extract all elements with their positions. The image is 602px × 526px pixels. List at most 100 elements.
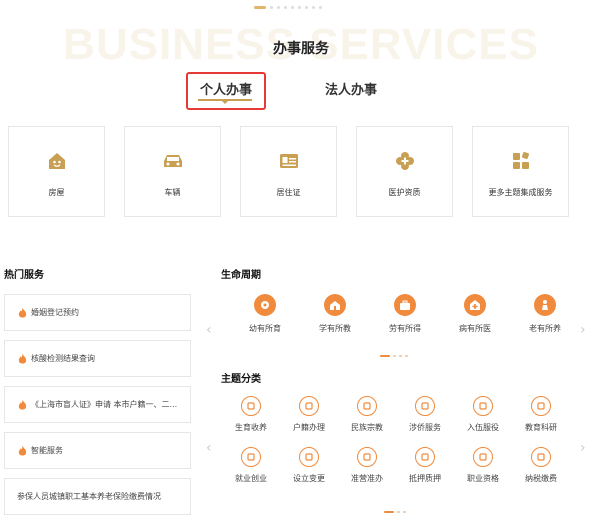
topic-classification-title: 主题分类 [221, 374, 261, 385]
topics-next-arrow[interactable]: › [580, 440, 586, 456]
carousel-dot[interactable] [397, 511, 400, 513]
carousel-dot[interactable] [270, 6, 273, 9]
flame-icon [18, 445, 27, 456]
hot-service-item[interactable]: 核酸检测结果查询 [4, 340, 191, 377]
topic-item[interactable]: 职业资格 [454, 447, 512, 484]
service-card-residence-permit[interactable]: 居住证 [240, 126, 337, 217]
topic-label: 户籍办理 [293, 423, 325, 432]
lightbulb-icon [241, 447, 261, 467]
medical-cross-icon [393, 149, 417, 173]
hot-service-item[interactable]: 《上海市盲人证》申请 本市户籍一、二... [4, 386, 191, 423]
carousel-dot[interactable] [298, 6, 301, 9]
carousel-dot-active[interactable] [380, 355, 390, 357]
life-cycle-label: 老有所养 [529, 324, 561, 333]
life-cycle-label: 病有所医 [459, 324, 491, 333]
topic-item[interactable]: 就业创业 [222, 447, 280, 484]
service-card-label: 居住证 [276, 188, 301, 197]
mortgage-icon [415, 447, 435, 467]
school-icon [324, 294, 346, 316]
topic-label: 设立变更 [293, 474, 325, 483]
baby-icon [254, 294, 276, 316]
hot-service-label: 核酸检测结果查询 [31, 354, 95, 363]
carousel-dot[interactable] [399, 355, 402, 357]
certificate-icon [473, 447, 493, 467]
life-cycle-prev-arrow[interactable]: ‹ [206, 322, 212, 338]
service-card-medical-qualification[interactable]: 医护资质 [356, 126, 453, 217]
temple-icon [357, 396, 377, 416]
top-carousel-indicator[interactable] [254, 6, 322, 9]
life-cycle-item[interactable]: 劳有所得 [370, 294, 440, 334]
carousel-dot[interactable] [319, 6, 322, 9]
topic-item[interactable]: 涉侨服务 [396, 396, 454, 433]
tab-personal-affairs[interactable]: 个人办事 [200, 79, 252, 98]
topic-label: 入伍服役 [467, 423, 499, 432]
topic-item[interactable]: 准营准办 [338, 447, 396, 484]
baby-face-icon [241, 396, 261, 416]
house-icon [45, 149, 69, 173]
service-cards: 房屋 车辆 居住证 医护资质 更多主题集成服务 [8, 126, 569, 217]
topic-label: 职业资格 [467, 474, 499, 483]
life-cycle-item[interactable]: 老有所养 [510, 294, 580, 334]
life-cycle-next-arrow[interactable]: › [580, 322, 586, 338]
military-icon [473, 396, 493, 416]
topic-label: 教育科研 [525, 423, 557, 432]
topic-item[interactable]: 入伍服役 [454, 396, 512, 433]
hot-services-title: 热门服务 [4, 270, 44, 281]
carousel-dot[interactable] [403, 511, 406, 513]
topics-carousel-indicator[interactable] [384, 511, 406, 513]
flame-icon [18, 307, 27, 318]
life-cycle-title: 生命周期 [221, 270, 261, 281]
topic-label: 民族宗教 [351, 423, 383, 432]
service-card-label: 医护资质 [388, 188, 421, 197]
service-card-vehicle[interactable]: 车辆 [124, 126, 221, 217]
topic-item[interactable]: 设立变更 [280, 447, 338, 484]
carousel-dot-active[interactable] [384, 511, 394, 513]
topic-label: 涉侨服务 [409, 423, 441, 432]
service-card-house[interactable]: 房屋 [8, 126, 105, 217]
topic-item[interactable]: 民族宗教 [338, 396, 396, 433]
topic-label: 就业创业 [235, 474, 267, 483]
carousel-dot[interactable] [312, 6, 315, 9]
carousel-dot[interactable] [405, 355, 408, 357]
topic-label: 纳税缴费 [525, 474, 557, 483]
carousel-dot-active[interactable] [254, 6, 266, 9]
topics-prev-arrow[interactable]: ‹ [206, 440, 212, 456]
hot-service-item[interactable]: 婚姻登记预约 [4, 294, 191, 331]
carousel-dot[interactable] [393, 355, 396, 357]
carousel-dot[interactable] [305, 6, 308, 9]
carousel-dot[interactable] [277, 6, 280, 9]
topic-label: 准营准办 [351, 474, 383, 483]
topic-grid: 生育收养 户籍办理 民族宗教 涉侨服务 入伍服役 教育科研就业创业 设立变更 准营准办 抵押质押… [222, 396, 570, 484]
carousel-dot[interactable] [291, 6, 294, 9]
hot-services-list: 婚姻登记预约 核酸检测结果查询 《上海市盲人证》申请 本市户籍一、二... 智能… [4, 294, 191, 524]
topic-item[interactable]: 抵押质押 [396, 447, 454, 484]
life-cycle-item[interactable]: 病有所医 [440, 294, 510, 334]
active-tab-underline [198, 99, 252, 104]
hot-service-item[interactable]: 智能服务 [4, 432, 191, 469]
topic-item[interactable]: 教育科研 [512, 396, 570, 433]
tab-legal-entity-affairs[interactable]: 法人办事 [325, 79, 377, 98]
shop-icon [357, 447, 377, 467]
life-cycle-label: 学有所教 [319, 324, 351, 333]
topic-label: 抵押质押 [409, 474, 441, 483]
registration-icon [299, 447, 319, 467]
topic-item[interactable]: 户籍办理 [280, 396, 338, 433]
tax-icon [531, 447, 551, 467]
life-cycle-item[interactable]: 学有所教 [300, 294, 370, 334]
life-cycle-label: 劳有所得 [389, 324, 421, 333]
flame-icon [18, 353, 27, 364]
topic-label: 生育收养 [235, 423, 267, 432]
id-card-icon [277, 149, 301, 173]
hot-service-label: 婚姻登记预约 [31, 308, 79, 317]
topic-item[interactable]: 生育收养 [222, 396, 280, 433]
carousel-dot[interactable] [284, 6, 287, 9]
page-title: 办事服务 [273, 41, 329, 57]
hot-service-item[interactable]: 参保人员城镇职工基本养老保险缴费情况 [4, 478, 191, 515]
service-card-more-services[interactable]: 更多主题集成服务 [472, 126, 569, 217]
life-cycle-item[interactable]: 幼有所育 [230, 294, 300, 334]
hot-service-label: 参保人员城镇职工基本养老保险缴费情况 [17, 492, 161, 501]
topic-item[interactable]: 纳税缴费 [512, 447, 570, 484]
life-cycle-carousel-indicator[interactable] [380, 355, 408, 357]
flame-icon [18, 399, 27, 410]
household-register-icon [299, 396, 319, 416]
